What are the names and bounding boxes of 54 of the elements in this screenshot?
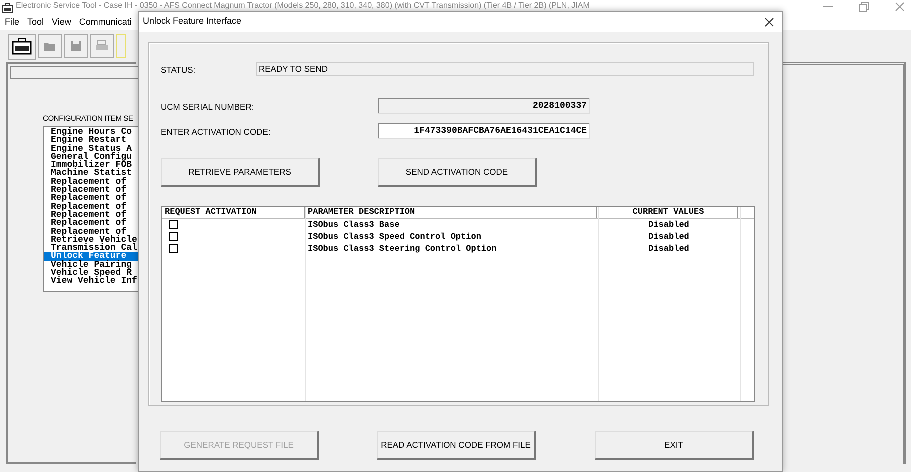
list-item[interactable]: Vehicle Pairing (44, 260, 142, 270)
list-item[interactable]: View Vehicle Inf (44, 277, 142, 286)
list-item[interactable]: Engine Restart (44, 136, 142, 145)
printer-icon (95, 40, 109, 52)
list-item[interactable]: Retrieve Vehicle (44, 236, 142, 244)
window-title: Electronic Service Tool - Case IH - 0350 - AFS Connect Magnum Tractor (Models 250, 280, 310, 340, 380) (with CVT Transmission) (Tier 4B / Tier 2B) (PLN, JIAM (16, 1, 590, 10)
list-item[interactable]: Replacement of (44, 210, 142, 220)
checkbox[interactable] (169, 244, 178, 253)
maximize-icon[interactable] (859, 2, 869, 12)
list-item[interactable]: Engine Status A (44, 144, 142, 153)
list-item[interactable]: Vehicle Speed R (44, 269, 142, 278)
action-button[interactable]: SEND ACTIVATION CODE (378, 158, 537, 187)
field-label: UCM SERIAL NUMBER: (161, 101, 254, 114)
list-item[interactable]: Immobilizer FOB (44, 161, 142, 170)
briefcase-button[interactable] (8, 34, 36, 60)
briefcase-icon (12, 38, 32, 56)
table-cell-text: ISObus Class3 Speed Control Option (307, 231, 482, 243)
menu-item[interactable]: File (5, 16, 20, 30)
column-header[interactable]: REQUEST ACTIVATION (162, 207, 305, 218)
save-button[interactable] (64, 34, 88, 58)
list-item[interactable]: Replacement of (44, 202, 142, 211)
dialog-title: Unlock Feature Interface (143, 15, 242, 28)
menu-item[interactable]: Communicati (79, 16, 132, 30)
status-field: READY TO SEND (256, 62, 754, 76)
table-cell-text: Disabled (648, 219, 690, 231)
list-item[interactable]: General Configu (44, 152, 142, 162)
footer-button[interactable]: EXIT (595, 431, 754, 460)
table-cell-text: ISObus Class3 Steering Control Option (307, 243, 498, 255)
list-item[interactable]: Replacement of (44, 194, 142, 203)
serial-field: 2028100337 (378, 98, 590, 114)
list-item[interactable]: Replacement of (44, 228, 142, 236)
list-item[interactable]: Transmission Cal (44, 244, 142, 252)
field-label: ENTER ACTIVATION CODE: (161, 126, 271, 139)
checkbox[interactable] (169, 232, 178, 241)
table-cell-text: ISObus Class3 Base (307, 219, 401, 231)
table-cell-text: Disabled (648, 243, 690, 255)
list-item[interactable]: Replacement of (44, 178, 142, 186)
list-item[interactable]: Replacement of (44, 219, 142, 228)
menu-item[interactable]: Tool (28, 16, 44, 30)
checkbox[interactable] (169, 220, 178, 229)
close-icon[interactable] (765, 18, 774, 26)
footer-button[interactable]: READ ACTIVATION CODE FROM FILE (377, 431, 536, 460)
status-label: STATUS: (161, 64, 196, 77)
list-item[interactable]: Engine Hours Co (44, 128, 142, 136)
table-cell-text: Disabled (648, 231, 690, 243)
print-button[interactable] (90, 34, 114, 58)
input-field[interactable]: 1F473390BAFCBA76AE16431CEA1C14CE (378, 123, 590, 139)
menu-item[interactable]: View (52, 16, 72, 30)
column-header[interactable]: CURRENT VALUES (597, 207, 738, 218)
column-header[interactable]: PARAMETER DESCRIPTION (305, 207, 597, 218)
action-button[interactable]: RETRIEVE PARAMETERS (161, 158, 320, 187)
list-item[interactable]: Machine Statist (44, 169, 142, 178)
folder-icon (43, 40, 57, 52)
list-item[interactable]: Replacement of (44, 186, 142, 194)
